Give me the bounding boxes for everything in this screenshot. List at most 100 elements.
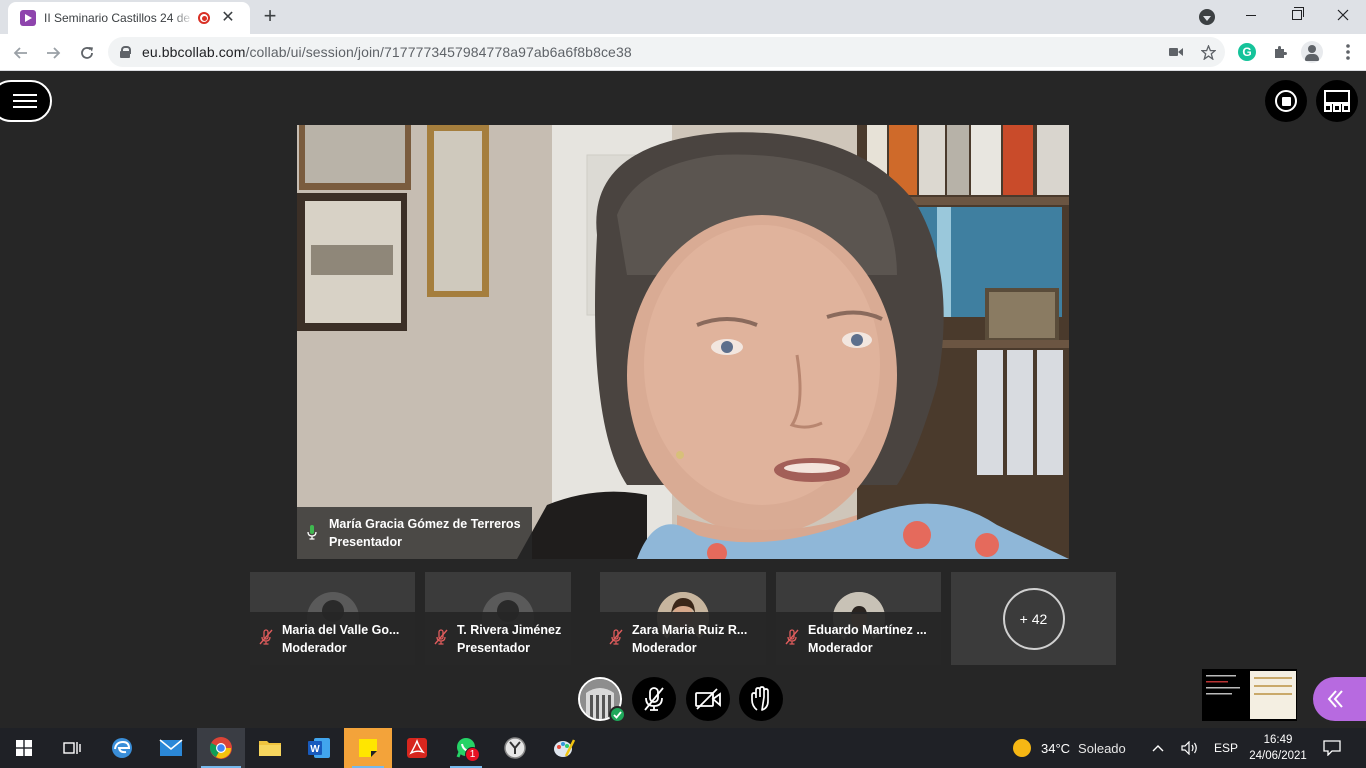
hamburger-icon <box>13 94 37 108</box>
collaborate-favicon-icon <box>20 10 36 26</box>
raise-hand-button[interactable] <box>739 677 783 721</box>
browser-menu-kebab-icon[interactable] <box>1338 42 1358 62</box>
lock-icon <box>120 46 131 58</box>
sticky-notes-icon <box>359 739 377 757</box>
start-button[interactable] <box>0 728 48 768</box>
url-path: /collab/ui/session/join/71777734579847​7… <box>245 44 632 60</box>
mail-icon <box>159 739 183 756</box>
speaker-volume-icon <box>1181 741 1197 755</box>
address-bar[interactable]: eu.bbcollab.com/collab/ui/session/join/7… <box>108 37 1225 67</box>
tab-close-icon[interactable]: ✕ <box>220 10 236 26</box>
taskbar-edge[interactable] <box>98 728 146 768</box>
taskbar-chrome[interactable] <box>197 728 245 768</box>
window-minimize-button[interactable] <box>1228 0 1274 30</box>
recording-button[interactable] <box>1265 80 1307 122</box>
reload-button[interactable] <box>74 40 100 66</box>
taskbar-mail[interactable] <box>147 728 195 768</box>
chrome-icon <box>209 737 232 759</box>
camera-off-icon <box>695 688 721 710</box>
close-icon <box>1337 9 1349 21</box>
task-view-icon <box>63 742 81 754</box>
arrow-right-icon <box>47 47 61 59</box>
toggle-microphone-button[interactable] <box>632 677 676 721</box>
mic-off-icon <box>259 629 273 645</box>
tab-title: II Seminario Castillos 24 de junio <box>44 11 194 25</box>
taskbar-paint[interactable] <box>540 728 588 768</box>
taskbar-word[interactable]: W <box>295 728 343 768</box>
participant-tile[interactable]: Eduardo Martínez ... Moderador <box>776 572 941 665</box>
session-menu-button[interactable] <box>0 80 52 122</box>
back-button[interactable] <box>8 40 34 66</box>
participant-label: Zara Maria Ruiz R... Moderador <box>600 612 766 665</box>
notification-center-icon <box>1323 740 1341 756</box>
more-participants-tile[interactable]: + 42 <box>951 572 1116 665</box>
mic-on-icon <box>307 525 317 540</box>
tab-search-icon[interactable] <box>1199 9 1215 25</box>
participant-role: Presentador <box>457 641 530 655</box>
raise-hand-icon <box>751 686 769 711</box>
record-stop-icon <box>1275 90 1297 112</box>
window-close-button[interactable] <box>1320 0 1366 30</box>
collaborate-session: María Gracia Gómez de Terreros Presentad… <box>0 72 1366 728</box>
taskbar-clock-app[interactable] <box>491 728 539 768</box>
new-tab-button[interactable]: + <box>258 5 282 29</box>
taskbar-sticky-notes[interactable] <box>344 728 392 768</box>
taskbar-acrobat[interactable] <box>393 728 441 768</box>
weather-temp: 34°C <box>1041 740 1071 756</box>
participant-name: Eduardo Martínez ... <box>808 623 927 637</box>
speaker-video[interactable]: María Gracia Gómez de Terreros Presentad… <box>297 125 1069 559</box>
browser-tab[interactable]: II Seminario Castillos 24 de junio ✕ <box>8 2 250 34</box>
participant-name: T. Rivera Jiménez <box>457 623 562 637</box>
reload-icon <box>81 47 93 59</box>
volume-button[interactable] <box>1181 728 1199 768</box>
participant-name: Zara Maria Ruiz R... <box>632 623 748 637</box>
taskbar-whatsapp[interactable]: 1 <box>442 728 490 768</box>
window-restore-button[interactable] <box>1274 0 1320 30</box>
forward-button[interactable] <box>40 40 66 66</box>
mic-off-icon <box>434 629 448 645</box>
clock-time: 16:49 <box>1263 734 1293 746</box>
tray-overflow-button[interactable] <box>1152 728 1164 768</box>
url-host: eu.bbcollab.com <box>142 44 246 60</box>
participant-label: T. Rivera Jiménez Presentador <box>425 612 571 665</box>
mic-off-icon <box>609 629 623 645</box>
bookmark-star-icon[interactable] <box>1200 44 1216 60</box>
speaker-label: María Gracia Gómez de Terreros Presentad… <box>297 507 532 559</box>
layout-grid-icon <box>1324 90 1350 112</box>
task-view-button[interactable] <box>48 728 96 768</box>
mic-off-icon <box>785 629 799 645</box>
shared-content-thumbnail[interactable] <box>1202 669 1297 721</box>
system-clock[interactable]: 16:49 24/06/2021 <box>1248 728 1308 768</box>
clock-date: 24/06/2021 <box>1249 750 1307 762</box>
recording-indicator-icon <box>198 12 210 24</box>
windows-logo-icon <box>16 740 32 756</box>
participant-label: Eduardo Martínez ... Moderador <box>776 612 941 665</box>
status-check-icon <box>609 706 626 723</box>
browser-tab-strip: II Seminario Castillos 24 de junio ✕ + <box>0 0 1366 34</box>
participant-tile[interactable]: Maria del Valle Go... Moderador <box>250 572 415 665</box>
speaker-role: Presentador <box>329 535 402 549</box>
participant-name: Maria del Valle Go... <box>282 623 400 637</box>
minimize-icon <box>1246 14 1256 16</box>
mic-off-icon <box>644 687 664 711</box>
input-language[interactable]: ESP <box>1214 728 1238 768</box>
participant-role: Moderador <box>282 641 347 655</box>
open-panel-button[interactable] <box>1313 677 1366 721</box>
speaker-video-image <box>297 125 1069 559</box>
grammarly-extension-icon[interactable]: G <box>1238 43 1256 61</box>
participant-tile[interactable]: Zara Maria Ruiz R... Moderador <box>600 572 766 665</box>
profile-avatar-icon[interactable] <box>1301 41 1323 63</box>
notifications-button[interactable] <box>1323 728 1341 768</box>
participant-tile[interactable]: T. Rivera Jiménez Presentador <box>425 572 571 665</box>
extensions-puzzle-icon[interactable] <box>1270 42 1290 62</box>
speaker-name: María Gracia Gómez de Terreros <box>329 517 521 531</box>
layout-button[interactable] <box>1316 80 1358 122</box>
svg-text:W: W <box>310 744 320 755</box>
paint-icon <box>554 739 576 757</box>
taskbar-file-explorer[interactable] <box>246 728 294 768</box>
restore-icon <box>1292 7 1304 20</box>
camera-permission-icon[interactable] <box>1168 44 1184 60</box>
weather-widget[interactable]: 34°C Soleado <box>1013 728 1126 768</box>
toggle-camera-button[interactable] <box>686 677 730 721</box>
folder-icon <box>259 741 281 756</box>
